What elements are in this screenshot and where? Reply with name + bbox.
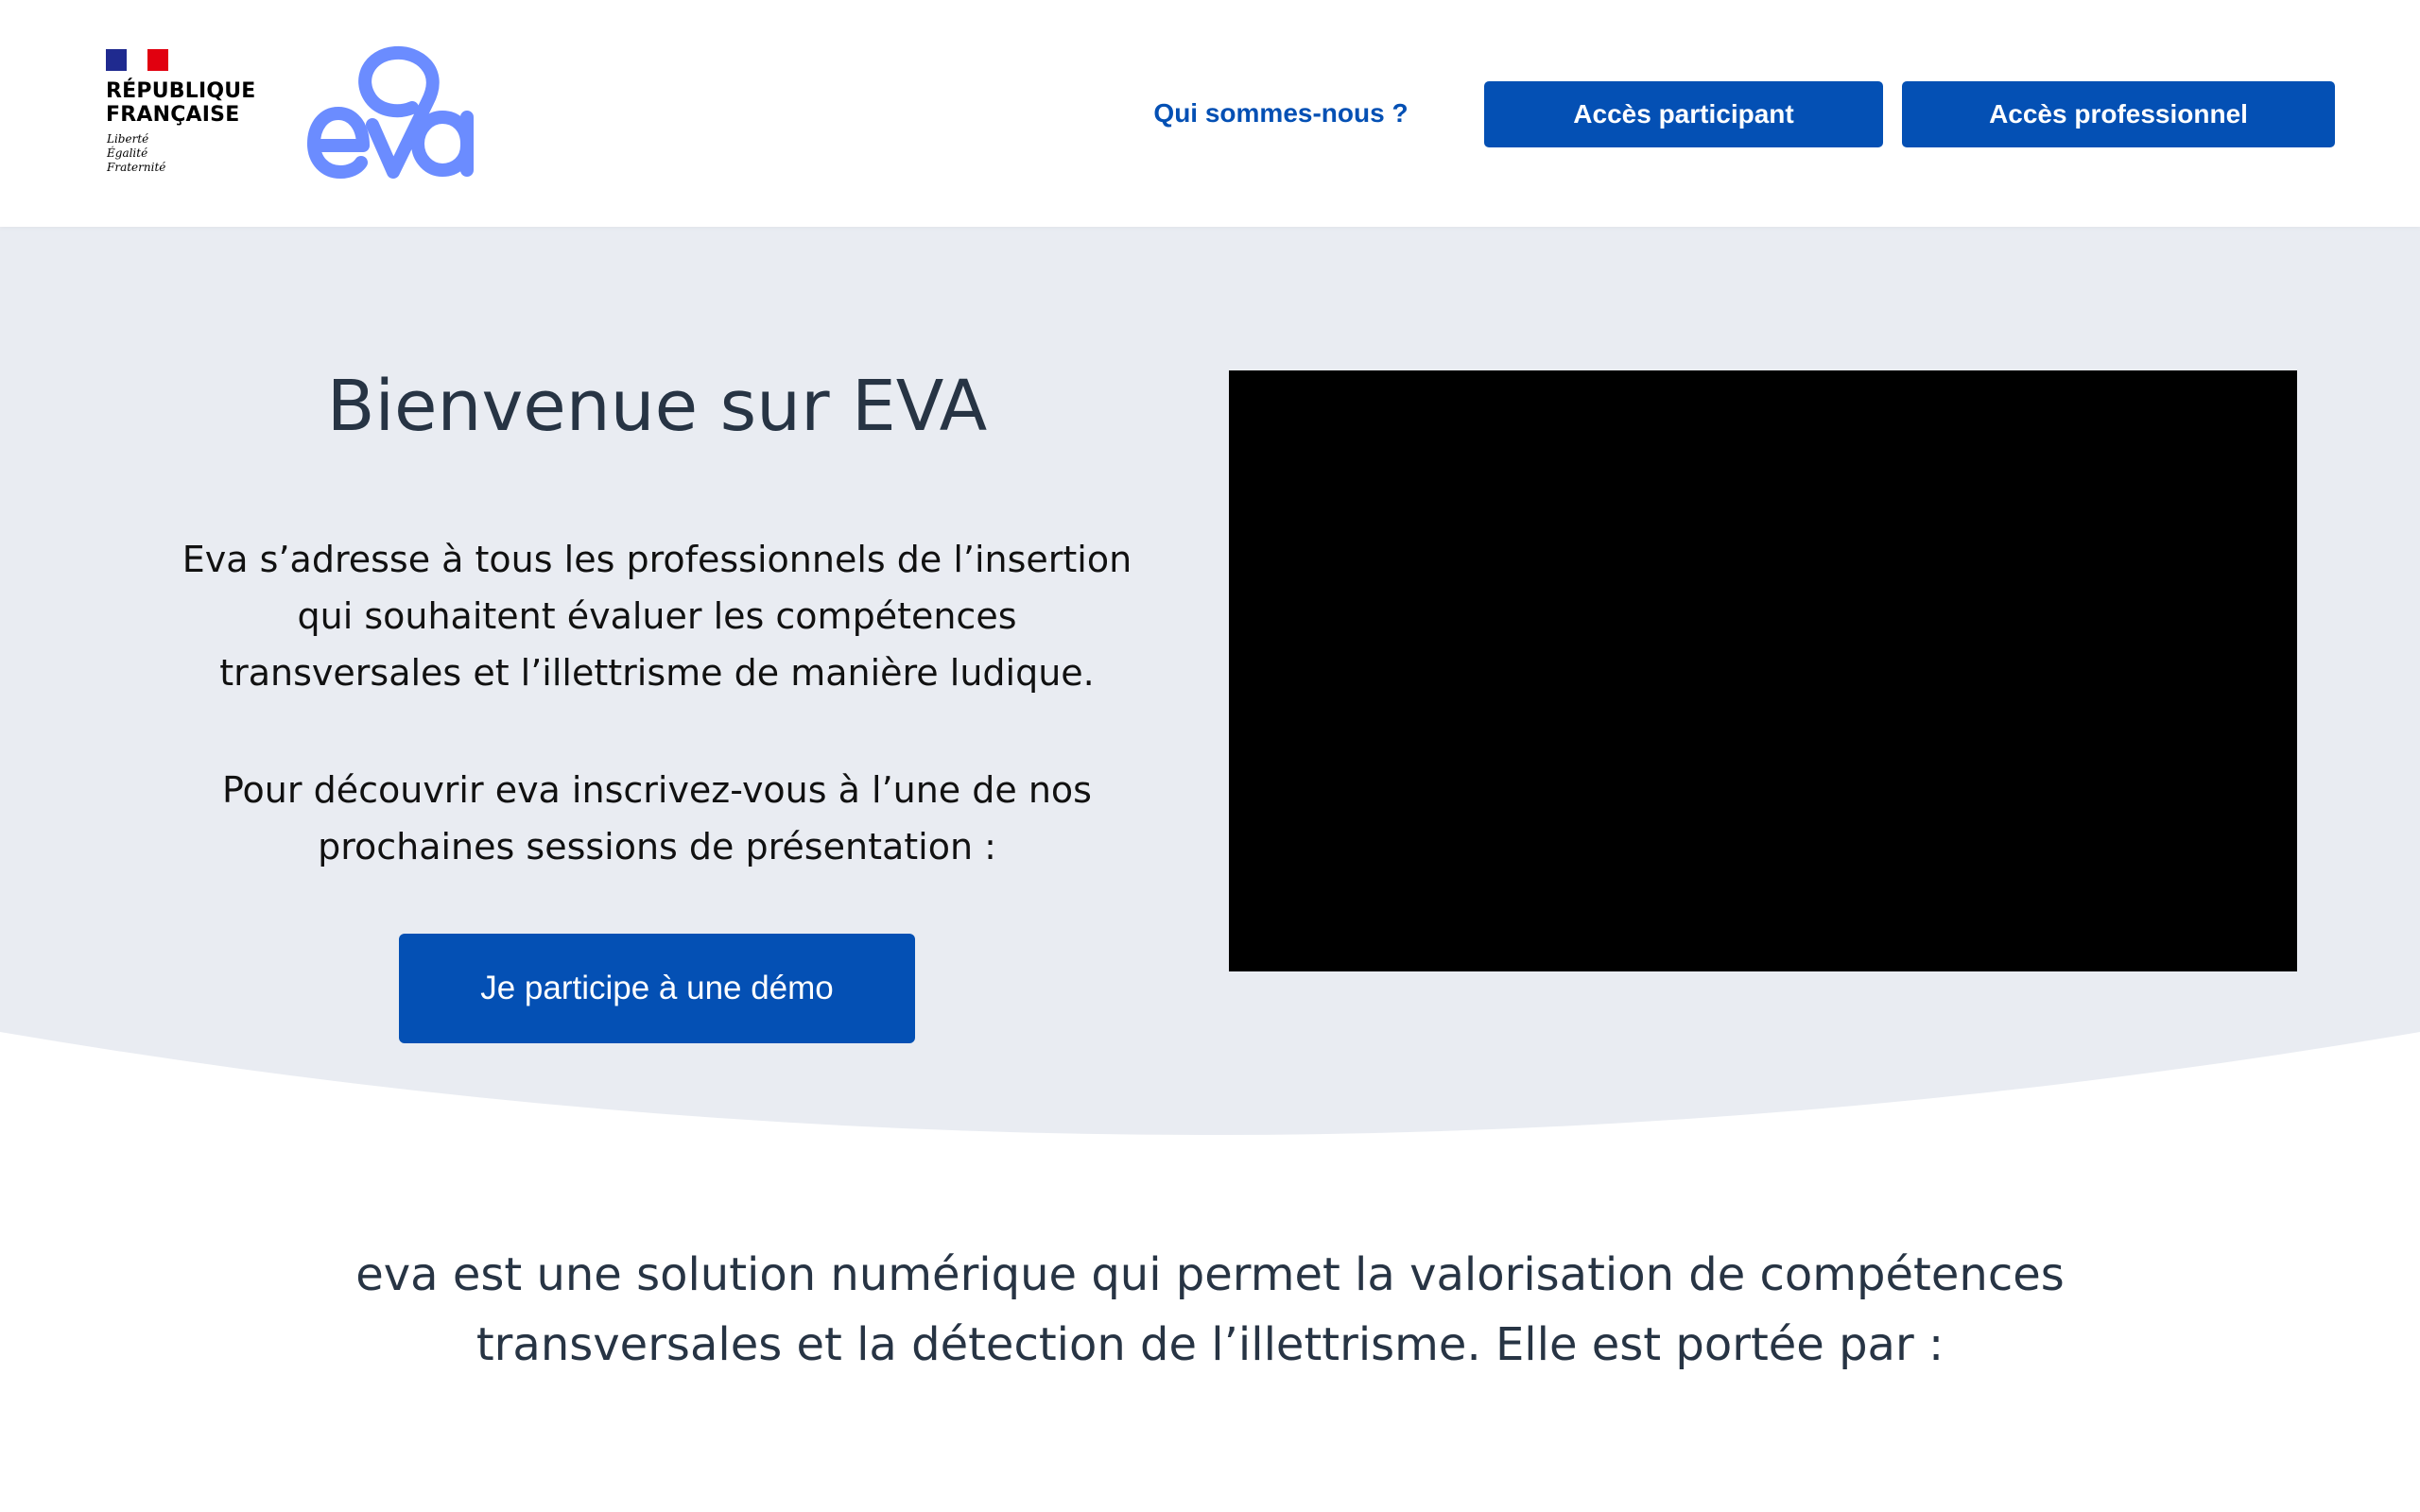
republique-francaise-motto: Liberté Égalité Fraternité <box>107 132 201 175</box>
site-header: RÉPUBLIQUE FRANÇAISE Liberté Égalité Fra… <box>0 0 2420 227</box>
professional-access-button[interactable]: Accès professionnel <box>1902 81 2335 147</box>
hero-title: Bienvenue sur EVA <box>326 366 988 447</box>
eva-logo-icon[interactable] <box>304 42 476 185</box>
republique-francaise-name: RÉPUBLIQUE FRANÇAISE <box>106 79 267 127</box>
gov-name-line1: RÉPUBLIQUE <box>106 79 256 103</box>
republique-francaise-logo[interactable]: RÉPUBLIQUE FRANÇAISE Liberté Égalité Fra… <box>87 34 267 181</box>
about-us-link[interactable]: Qui sommes-nous ? <box>1125 93 1437 134</box>
join-demo-button[interactable]: Je participe à une démo <box>399 934 915 1043</box>
gov-name-line2: FRANÇAISE <box>106 103 240 127</box>
french-flag-icon <box>106 49 168 71</box>
hero-demo-invitation: Pour découvrir eva inscrivez-vous à l’un… <box>222 769 1092 868</box>
about-eva-text: eva est une solution numérique qui perme… <box>355 1248 2065 1371</box>
video-player[interactable] <box>1229 370 2297 971</box>
motto-line3: Fraternité <box>107 161 166 174</box>
participant-access-button[interactable]: Accès participant <box>1484 81 1883 147</box>
motto-line2: Égalité <box>107 146 148 160</box>
hero-description: Eva s’adresse à tous les professionnels … <box>182 539 1132 694</box>
motto-line1: Liberté <box>107 132 149 146</box>
